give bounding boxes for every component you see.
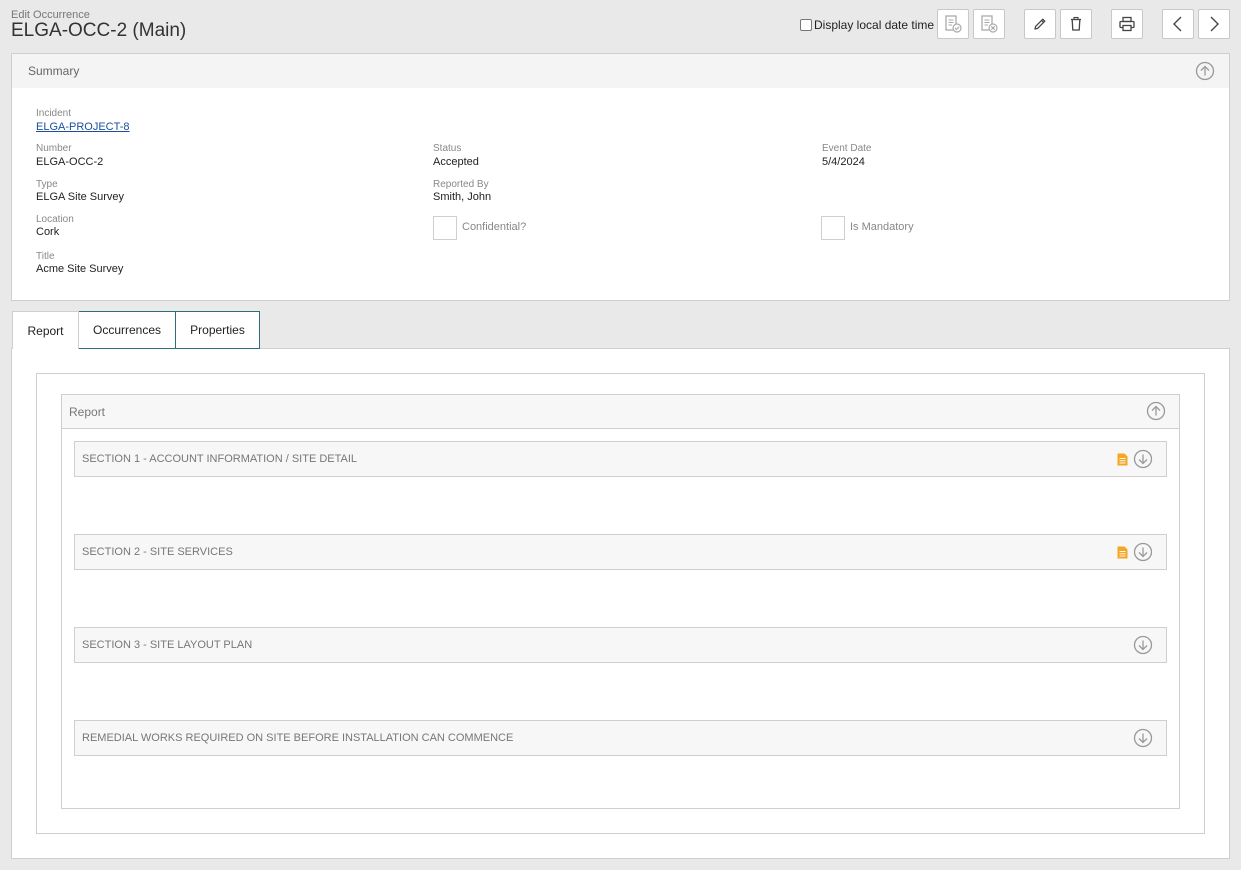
collapse-up-icon[interactable] xyxy=(1195,61,1215,81)
summary-header[interactable]: Summary xyxy=(12,54,1229,88)
event-date-label: Event Date xyxy=(822,143,872,154)
tab-occurrences[interactable]: Occurrences xyxy=(78,311,176,349)
document-icon[interactable] xyxy=(1117,546,1128,559)
confidential-label: Confidential? xyxy=(462,221,527,233)
tab-report[interactable]: Report xyxy=(12,311,79,349)
reported-by-label: Reported By xyxy=(433,179,489,190)
collapse-up-icon[interactable] xyxy=(1146,401,1166,421)
previous-button[interactable] xyxy=(1162,9,1194,39)
location-value: Cork xyxy=(36,226,60,238)
approve-button[interactable] xyxy=(937,9,969,39)
edit-button[interactable] xyxy=(1024,9,1056,39)
section-account-information[interactable]: SECTION 1 - ACCOUNT INFORMATION / SITE D… xyxy=(74,441,1167,477)
section-site-layout-plan[interactable]: SECTION 3 - SITE LAYOUT PLAN xyxy=(74,627,1167,663)
print-button[interactable] xyxy=(1111,9,1143,39)
document-check-icon xyxy=(945,15,962,33)
chevron-left-icon xyxy=(1173,16,1182,32)
report-heading: Report xyxy=(69,405,106,419)
number-label: Number xyxy=(36,143,72,154)
status-value: Accepted xyxy=(433,156,479,168)
summary-panel: Summary xyxy=(11,53,1230,301)
type-value: ELGA Site Survey xyxy=(36,191,125,203)
trash-icon xyxy=(1071,16,1081,31)
printer-icon xyxy=(1119,16,1135,32)
expand-down-icon[interactable] xyxy=(1133,449,1153,469)
expand-down-icon[interactable] xyxy=(1133,542,1153,562)
next-button[interactable] xyxy=(1198,9,1230,39)
document-icon[interactable] xyxy=(1117,453,1128,466)
section-label: SECTION 2 - SITE SERVICES xyxy=(82,546,233,558)
summary-heading: Summary xyxy=(28,64,80,78)
chevron-right-icon xyxy=(1210,16,1219,32)
mandatory-checkbox[interactable] xyxy=(821,216,845,240)
display-local-date-time-toggle[interactable]: Display local date time xyxy=(800,18,934,32)
mandatory-label: Is Mandatory xyxy=(850,221,914,233)
local-date-time-label: Display local date time xyxy=(814,18,935,32)
expand-down-icon[interactable] xyxy=(1133,728,1153,748)
document-x-icon xyxy=(981,15,998,33)
local-date-time-checkbox[interactable] xyxy=(800,19,812,31)
expand-down-icon[interactable] xyxy=(1133,635,1153,655)
location-label: Location xyxy=(36,214,74,225)
reported-by-value: Smith, John xyxy=(433,191,492,203)
section-remedial-works[interactable]: REMEDIAL WORKS REQUIRED ON SITE BEFORE I… xyxy=(74,720,1167,756)
tab-properties[interactable]: Properties xyxy=(175,311,260,349)
pencil-icon xyxy=(1034,18,1046,30)
section-label: SECTION 1 - ACCOUNT INFORMATION / SITE D… xyxy=(82,453,358,465)
number-value: ELGA-OCC-2 xyxy=(36,156,104,168)
page-title: ELGA-OCC-2 (Main) xyxy=(11,20,187,41)
delete-button[interactable] xyxy=(1060,9,1092,39)
confidential-checkbox[interactable] xyxy=(433,216,457,240)
incident-link[interactable]: ELGA-PROJECT-8 xyxy=(36,121,130,133)
section-site-services[interactable]: SECTION 2 - SITE SERVICES xyxy=(74,534,1167,570)
section-label: REMEDIAL WORKS REQUIRED ON SITE BEFORE I… xyxy=(82,732,514,744)
status-label: Status xyxy=(433,143,462,154)
title-value: Acme Site Survey xyxy=(36,263,124,275)
title-label: Title xyxy=(36,251,55,262)
type-label: Type xyxy=(36,179,58,190)
event-date-value: 5/4/2024 xyxy=(822,156,865,168)
incident-label: Incident xyxy=(36,108,72,119)
reject-button[interactable] xyxy=(973,9,1005,39)
section-label: SECTION 3 - SITE LAYOUT PLAN xyxy=(82,639,253,651)
report-header[interactable]: Report xyxy=(61,394,1180,429)
